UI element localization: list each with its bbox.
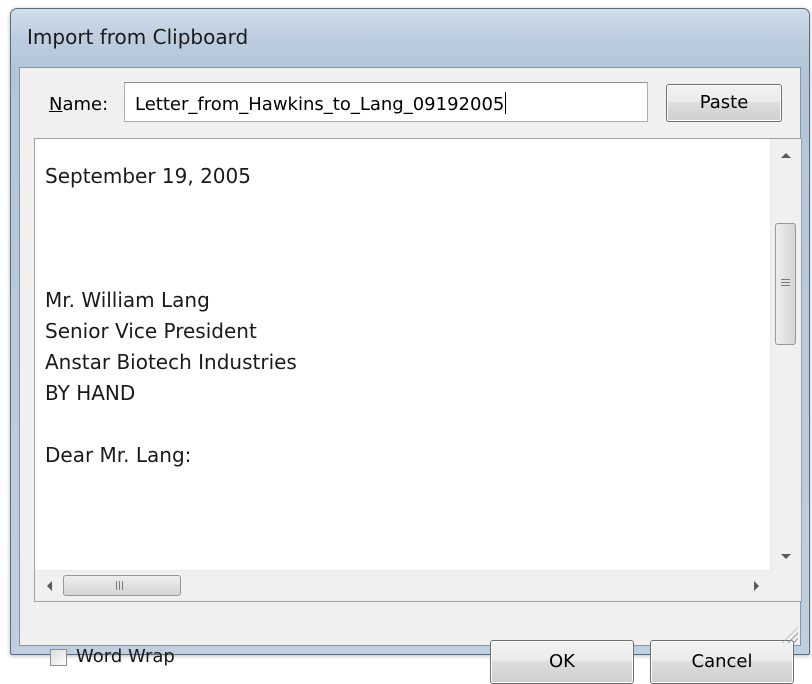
title-bar[interactable]: Import from Clipboard (11, 9, 809, 67)
resize-grip-icon[interactable] (782, 627, 798, 643)
name-input[interactable]: Letter_from_Hawkins_to_Lang_09192005 (124, 82, 648, 122)
name-input-value: Letter_from_Hawkins_to_Lang_09192005 (135, 94, 505, 115)
dialog-body: Name: Letter_from_Hawkins_to_Lang_091920… (19, 67, 802, 684)
dialog-title: Import from Clipboard (27, 25, 249, 49)
scroll-right-arrow-icon[interactable] (754, 581, 759, 591)
name-label-accelerator: N (49, 94, 63, 115)
scroll-down-arrow-icon[interactable] (781, 554, 791, 559)
clipboard-text-content[interactable]: September 19, 2005 Mr. William Lang Seni… (45, 161, 767, 567)
scroll-up-arrow-icon[interactable] (781, 153, 791, 158)
word-wrap-label[interactable]: Word Wrap (76, 646, 175, 667)
text-caret (505, 92, 507, 114)
grip-lines-icon (116, 581, 124, 590)
import-dialog: Import from Clipboard Name: Letter_from_… (10, 8, 810, 684)
vertical-scrollbar[interactable] (770, 139, 801, 571)
scrollbar-corner (771, 571, 801, 601)
ok-button[interactable]: OK (490, 640, 634, 684)
scroll-left-arrow-icon[interactable] (47, 581, 52, 591)
vertical-scroll-thumb[interactable] (775, 223, 796, 345)
name-label: Name: (49, 94, 108, 115)
clipboard-text-area[interactable]: September 19, 2005 Mr. William Lang Seni… (34, 138, 802, 602)
cancel-button[interactable]: Cancel (650, 640, 794, 684)
word-wrap-checkbox[interactable] (50, 649, 67, 666)
grip-lines-icon (781, 279, 790, 287)
name-label-text: ame: (62, 94, 109, 115)
paste-button[interactable]: Paste (666, 84, 782, 122)
horizontal-scroll-thumb[interactable] (63, 575, 181, 596)
horizontal-scrollbar[interactable] (35, 570, 771, 601)
